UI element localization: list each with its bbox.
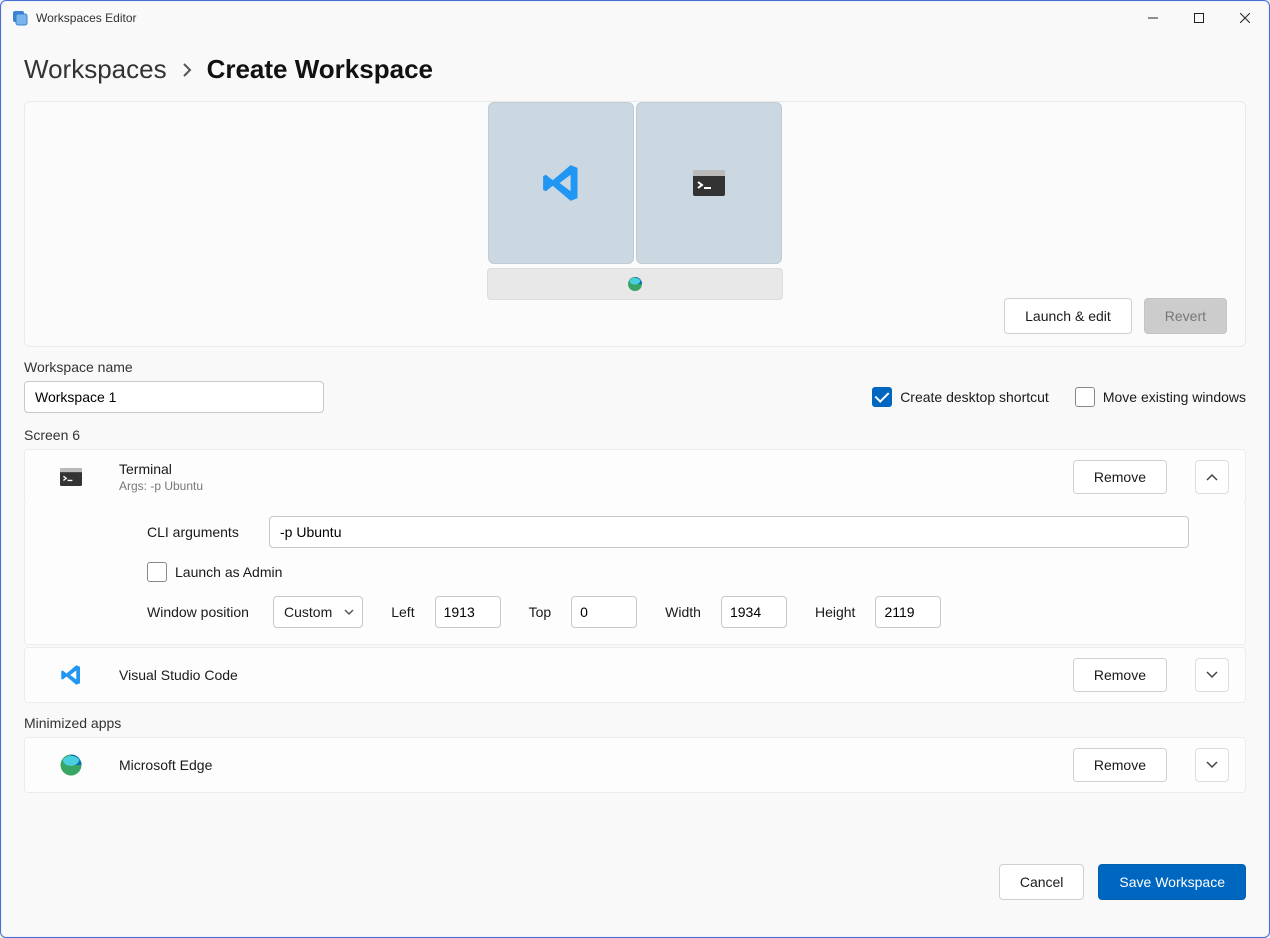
edge-icon [59,753,83,777]
chevron-up-icon [1206,473,1218,481]
position-mode-select[interactable]: Custom [273,596,363,628]
close-icon [1240,13,1250,23]
cancel-button[interactable]: Cancel [999,864,1085,900]
position-mode-value: Custom [284,604,332,620]
remove-button[interactable]: Remove [1073,460,1167,494]
terminal-icon [60,468,82,486]
chevron-down-icon [1206,761,1218,769]
height-label: Height [815,604,855,620]
checkbox-icon [1075,387,1095,407]
chevron-down-icon [344,609,354,616]
app-row-vscode: Visual Studio Code Remove [24,647,1246,703]
move-windows-checkbox[interactable]: Move existing windows [1075,387,1246,407]
workspace-name-input[interactable] [24,381,324,413]
close-button[interactable] [1222,2,1268,34]
chevron-right-icon [181,62,193,78]
app-title: Microsoft Edge [119,757,212,773]
app-row-edge: Microsoft Edge Remove [24,737,1246,793]
move-windows-label: Move existing windows [1103,389,1246,405]
cli-args-input[interactable] [269,516,1189,548]
save-workspace-button[interactable]: Save Workspace [1098,864,1246,900]
vscode-icon [59,663,83,687]
create-shortcut-checkbox[interactable]: Create desktop shortcut [872,387,1049,407]
minimized-section-label: Minimized apps [24,715,1246,731]
revert-button[interactable]: Revert [1144,298,1227,334]
height-input[interactable] [875,596,941,628]
app-subtitle: Args: -p Ubuntu [119,479,203,493]
left-label: Left [391,604,414,620]
window-position-label: Window position [147,604,259,620]
titlebar: Workspaces Editor [2,2,1268,34]
layout-preview-card: Launch & edit Revert [24,101,1246,347]
app-row-terminal: Terminal Args: -p Ubuntu Remove [24,449,1246,505]
minimize-icon [1148,13,1158,23]
breadcrumb-root[interactable]: Workspaces [24,54,167,85]
maximize-button[interactable] [1176,2,1222,34]
remove-button[interactable]: Remove [1073,748,1167,782]
launch-admin-checkbox[interactable]: Launch as Admin [147,562,282,582]
workspace-name-label: Workspace name [24,359,1246,375]
chevron-down-icon [1206,671,1218,679]
vscode-icon [539,161,583,205]
window-title: Workspaces Editor [36,11,136,25]
launch-admin-label: Launch as Admin [175,564,282,580]
maximize-icon [1194,13,1204,23]
collapse-button[interactable] [1195,460,1229,494]
edge-icon [627,276,643,292]
screen-section-label: Screen 6 [24,427,1246,443]
checkbox-icon [147,562,167,582]
top-label: Top [529,604,552,620]
app-detail-terminal: CLI arguments Launch as Admin Window pos… [24,504,1246,645]
terminal-icon [693,170,725,196]
expand-button[interactable] [1195,658,1229,692]
left-input[interactable] [435,596,501,628]
top-input[interactable] [571,596,637,628]
minimize-button[interactable] [1130,2,1176,34]
launch-edit-button[interactable]: Launch & edit [1004,298,1132,334]
width-input[interactable] [721,596,787,628]
preview-taskbar [487,268,783,300]
width-label: Width [665,604,701,620]
app-title: Terminal [119,461,203,477]
footer: Cancel Save Workspace [24,842,1246,936]
app-title: Visual Studio Code [119,667,238,683]
breadcrumb-current: Create Workspace [207,54,433,85]
create-shortcut-label: Create desktop shortcut [900,389,1049,405]
app-icon [12,10,28,26]
checkbox-icon [872,387,892,407]
remove-button[interactable]: Remove [1073,658,1167,692]
preview-tile-terminal[interactable] [636,102,782,264]
cli-args-label: CLI arguments [147,524,255,540]
breadcrumb: Workspaces Create Workspace [24,54,1246,85]
expand-button[interactable] [1195,748,1229,782]
preview-tile-vscode[interactable] [488,102,634,264]
